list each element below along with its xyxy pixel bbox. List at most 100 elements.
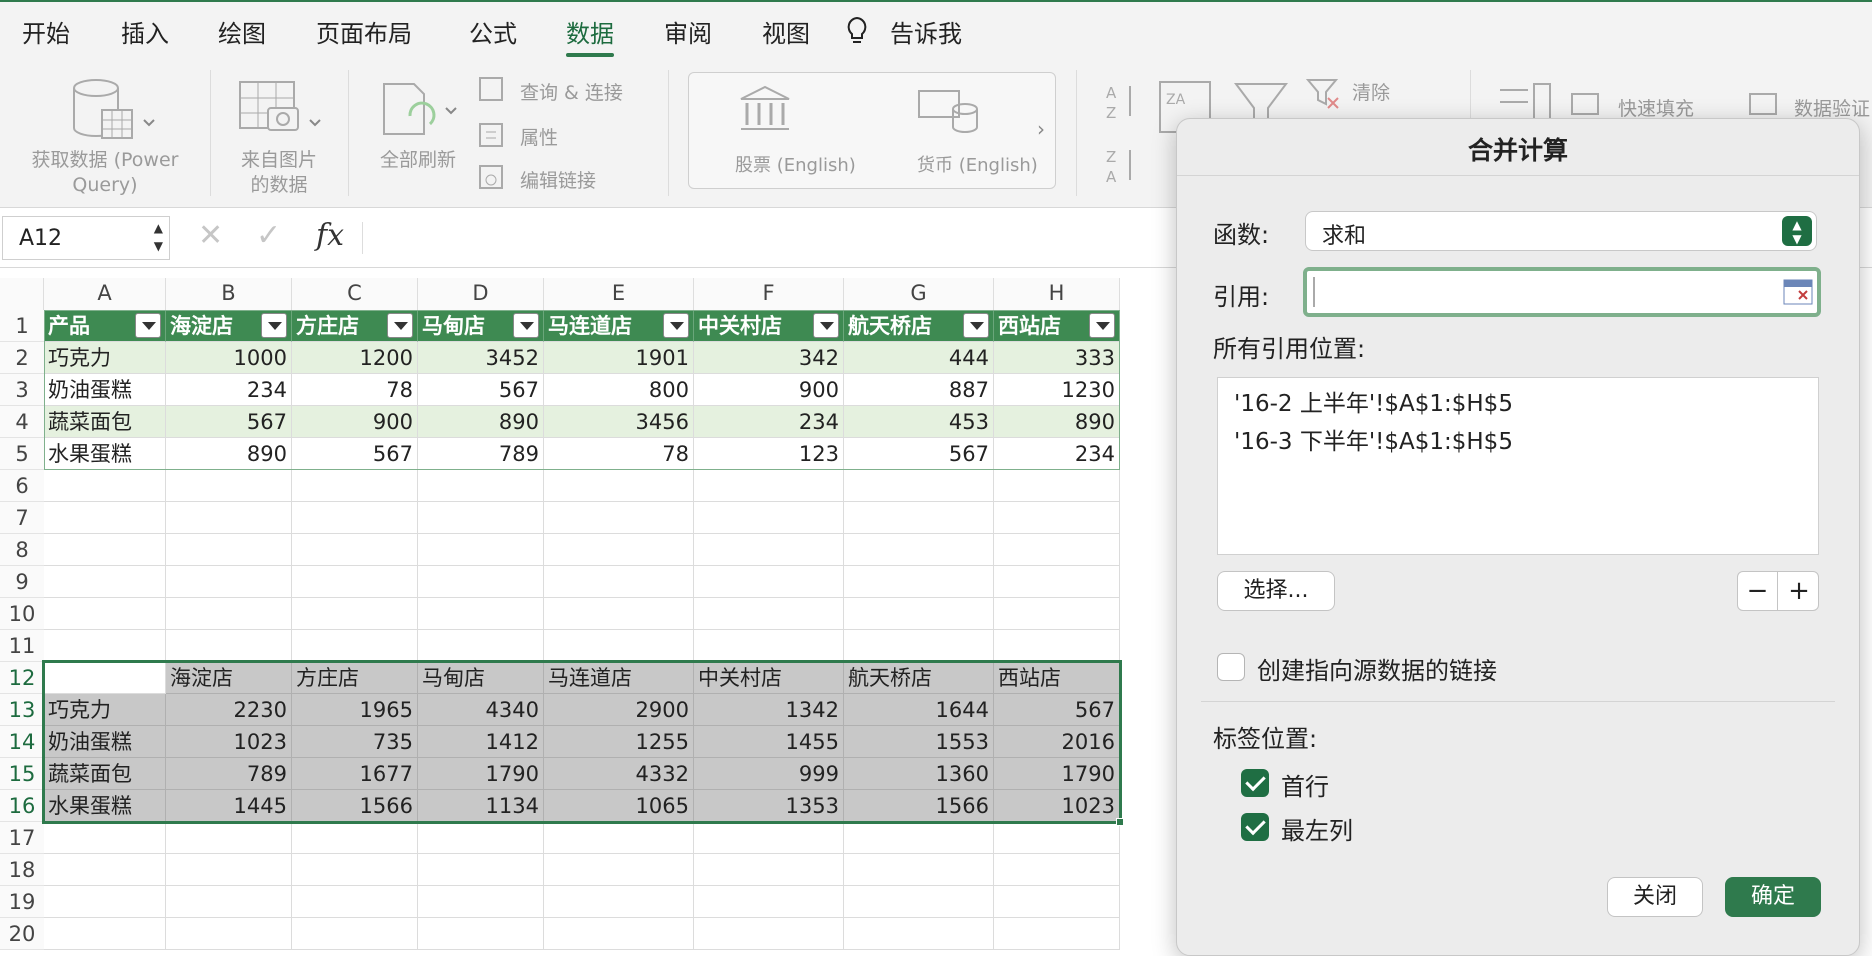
grid-cell[interactable] (844, 566, 994, 598)
reference-list-item[interactable]: '16-2 上半年'!$A$1:$H$5 (1234, 384, 1513, 418)
table-cell[interactable]: 333 (994, 342, 1120, 374)
grid-cell[interactable] (44, 918, 166, 950)
grid-cell[interactable] (292, 534, 418, 566)
column-header[interactable]: C (292, 278, 418, 310)
flash-fill-button[interactable]: 快速填充 (1618, 94, 1694, 121)
row-header[interactable]: 6 (0, 470, 44, 502)
tab-data[interactable]: 数据 (566, 14, 614, 57)
result-cell[interactable]: 1566 (844, 790, 994, 822)
table-header-cell[interactable]: 马甸店 (418, 310, 544, 342)
database-icon[interactable] (66, 76, 156, 142)
grid-cell[interactable] (44, 886, 166, 918)
column-header[interactable]: F (694, 278, 844, 310)
result-cell[interactable]: 蔬菜面包 (44, 758, 166, 790)
result-cell[interactable]: 2900 (544, 694, 694, 726)
grid-cell[interactable] (166, 854, 292, 886)
table-cell[interactable]: 890 (166, 438, 292, 470)
table-cell[interactable]: 1901 (544, 342, 694, 374)
grid-cell[interactable] (44, 534, 166, 566)
grid-cell[interactable] (994, 854, 1120, 886)
table-cell[interactable]: 1200 (292, 342, 418, 374)
table-cell[interactable]: 奶油蛋糕 (44, 374, 166, 406)
result-cell[interactable]: 999 (694, 758, 844, 790)
filter-dropdown-icon[interactable] (261, 313, 287, 338)
grid-cell[interactable] (844, 854, 994, 886)
grid-cell[interactable] (44, 854, 166, 886)
grid-cell[interactable] (418, 854, 544, 886)
grid-cell[interactable] (844, 470, 994, 502)
column-header[interactable]: D (418, 278, 544, 310)
enter-check-icon[interactable]: ✓ (256, 218, 281, 253)
table-cell[interactable]: 3452 (418, 342, 544, 374)
filter-dropdown-icon[interactable] (135, 313, 161, 338)
result-cell[interactable]: 1677 (292, 758, 418, 790)
result-cell[interactable]: 1790 (418, 758, 544, 790)
result-cell[interactable]: 735 (292, 726, 418, 758)
table-cell[interactable]: 蔬菜面包 (44, 406, 166, 438)
create-links-checkbox[interactable] (1217, 653, 1245, 681)
grid-cell[interactable] (292, 854, 418, 886)
column-header[interactable]: A (44, 278, 166, 310)
grid-cell[interactable] (994, 886, 1120, 918)
grid-cell[interactable] (292, 502, 418, 534)
table-cell[interactable]: 900 (694, 374, 844, 406)
table-cell[interactable]: 1230 (994, 374, 1120, 406)
row-header[interactable]: 15 (0, 758, 44, 790)
table-cell[interactable]: 890 (418, 406, 544, 438)
grid-cell[interactable] (844, 630, 994, 662)
table-header-cell[interactable]: 方庄店 (292, 310, 418, 342)
refresh-icon[interactable] (380, 80, 464, 144)
column-header[interactable]: E (544, 278, 694, 310)
properties-button[interactable]: 属性 (520, 123, 558, 150)
tab-review[interactable]: 审阅 (664, 14, 712, 49)
sort-za-icon[interactable]: ZA (1104, 146, 1138, 186)
grid-cell[interactable] (166, 566, 292, 598)
row-header[interactable]: 14 (0, 726, 44, 758)
table-cell[interactable]: 234 (166, 374, 292, 406)
result-header-cell[interactable]: 中关村店 (694, 662, 844, 694)
grid-cell[interactable] (418, 598, 544, 630)
grid-cell[interactable] (292, 918, 418, 950)
name-box[interactable]: A12 ▲ ▼ (2, 216, 170, 260)
grid-cell[interactable] (544, 598, 694, 630)
grid-cell[interactable] (844, 886, 994, 918)
picture-data-icon[interactable] (238, 80, 328, 144)
result-cell[interactable]: 1342 (694, 694, 844, 726)
table-cell[interactable]: 890 (994, 406, 1120, 438)
grid-cell[interactable] (418, 886, 544, 918)
grid-cell[interactable] (694, 822, 844, 854)
tab-draw[interactable]: 绘图 (218, 14, 266, 49)
grid-cell[interactable] (418, 534, 544, 566)
grid-cell[interactable] (994, 534, 1120, 566)
grid-cell[interactable] (166, 534, 292, 566)
filter-dropdown-icon[interactable] (663, 313, 689, 338)
edit-links-button[interactable]: 编辑链接 (520, 166, 596, 193)
row-header[interactable]: 16 (0, 790, 44, 822)
function-icon[interactable]: fx (316, 218, 344, 253)
ok-button[interactable]: 确定 (1725, 877, 1821, 917)
select-arrows-icon[interactable]: ▲ ▼ (1782, 216, 1812, 246)
row-header[interactable]: 2 (0, 342, 44, 374)
row-header[interactable]: 1 (0, 310, 44, 342)
grid-cell[interactable] (418, 470, 544, 502)
table-cell[interactable]: 567 (418, 374, 544, 406)
grid-cell[interactable] (166, 630, 292, 662)
reference-input[interactable] (1303, 267, 1821, 317)
table-cell[interactable]: 1000 (166, 342, 292, 374)
grid-cell[interactable] (844, 822, 994, 854)
column-header[interactable]: B (166, 278, 292, 310)
table-cell[interactable]: 567 (844, 438, 994, 470)
table-cell[interactable]: 800 (544, 374, 694, 406)
row-header[interactable]: 4 (0, 406, 44, 438)
result-cell[interactable]: 1412 (418, 726, 544, 758)
table-cell[interactable]: 567 (166, 406, 292, 438)
table-cell[interactable]: 234 (694, 406, 844, 438)
grid-cell[interactable] (994, 502, 1120, 534)
filter-dropdown-icon[interactable] (1089, 313, 1115, 338)
grid-cell[interactable] (694, 534, 844, 566)
result-cell[interactable]: 1353 (694, 790, 844, 822)
formula-input[interactable] (380, 222, 1160, 254)
result-cell[interactable]: 1790 (994, 758, 1120, 790)
tab-insert[interactable]: 插入 (121, 14, 169, 49)
grid-cell[interactable] (418, 918, 544, 950)
